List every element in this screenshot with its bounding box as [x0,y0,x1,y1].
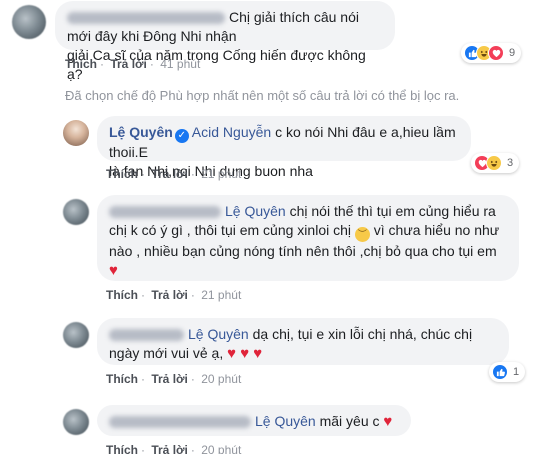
comment-bubble: Chị giải thích câu nói mới đây khi Đông … [55,1,395,82]
reaction-count: 9 [509,47,516,59]
comment-text-line-1: dạ chị, tụi e xin lỗi chị nhá, chúc chị [248,326,473,342]
author-name-blurred[interactable] [67,12,225,25]
comment-text-line-2b: vì chưa hiểu no như [369,222,500,238]
like-link[interactable]: Thích [106,288,138,302]
comment-actions: Thích · Trả lời · 20 phút [106,372,242,386]
red-heart-emoji: ♥ [249,345,263,362]
reply-link[interactable]: Trả lời [151,443,188,454]
haha-reaction-icon [486,155,502,171]
reaction-summary[interactable]: 9 [461,43,522,63]
reaction-count: 1 [513,366,520,378]
author-name-blurred[interactable] [109,416,251,429]
reply-link[interactable]: Trả lời [151,372,188,386]
comment-bubble: Lệ Quyên ✓ Acid Nguyễn c ko nói Nhi đâu e … [97,116,471,179]
comment-actions: Thích · Trả lời · 20 phút [106,443,241,454]
author-name[interactable]: Lệ Quyên [109,124,173,140]
timestamp[interactable]: 41 phút [160,57,200,71]
comment-text-line-2: ngày mới vui vẻ ạ, [109,345,224,361]
avatar[interactable] [63,322,89,348]
comment-bubble: Lệ Quyên mãi yêu c ♥ [97,405,411,436]
avatar[interactable] [63,409,89,435]
reply-link[interactable]: Trả lời [151,288,188,302]
comment-text-line-1: chị nói thế thì tụi em củng hiểu ra [285,203,496,219]
mention-link[interactable]: Lệ Quyên [255,413,316,429]
timestamp[interactable]: 20 phút [201,443,241,454]
pensive-face-emoji: ︶ [354,227,370,242]
red-heart-emoji: ♥ [227,345,237,362]
reply-link[interactable]: Trả lời [110,57,147,71]
timestamp[interactable]: 21 phút [201,167,241,181]
like-link[interactable]: Thích [106,443,138,454]
filter-notice: Đã chọn chế độ Phù hợp nhất nên một số c… [65,88,460,103]
timestamp[interactable]: 21 phút [201,288,241,302]
like-link[interactable]: Thích [106,167,138,181]
comment-actions: Thích · Trả lời · 21 phút [106,288,242,302]
mention-link[interactable]: Lệ Quyên [225,203,286,219]
timestamp[interactable]: 20 phút [201,372,241,386]
comment-actions: Thích · Trả lời · 21 phút [106,167,242,181]
author-name-blurred[interactable] [109,206,221,219]
comment-bubble: Lệ Quyên dạ chị, tụi e xin lỗi chị nhá, … [97,318,509,365]
comment-text-line-3: nào , nhiều bạn củng nóng tính nên thôi … [109,243,497,259]
reaction-count: 3 [507,157,514,169]
avatar[interactable] [12,5,46,39]
author-name-blurred[interactable] [109,329,184,342]
mention-link[interactable]: Acid Nguyễn [192,124,271,140]
love-reaction-icon [488,45,504,61]
comment-text-line-1: mãi yêu c [315,413,380,429]
avatar[interactable] [63,199,89,225]
red-heart-emoji: ♥ [109,262,118,279]
comment-text-line-2: chị k có ý gì , thôi tụi em củng xinloi … [109,222,351,238]
like-link[interactable]: Thích [106,372,138,386]
like-link[interactable]: Thích [65,57,97,71]
like-reaction-icon [492,364,508,380]
reply-link[interactable]: Trả lời [151,167,188,181]
mention-link[interactable]: Lệ Quyên [188,326,249,342]
avatar[interactable] [63,120,89,146]
comment-bubble: Lệ Quyên chị nói thế thì tụi em củng hiể… [97,195,519,281]
reaction-summary[interactable]: 1 [489,362,526,382]
comment-actions: Thích · Trả lời · 41 phút [65,57,201,71]
verified-badge-icon: ✓ [174,129,189,143]
red-heart-emoji: ♥ [383,413,393,430]
red-heart-emoji: ♥ [236,345,250,362]
reaction-summary[interactable]: 3 [471,153,520,173]
